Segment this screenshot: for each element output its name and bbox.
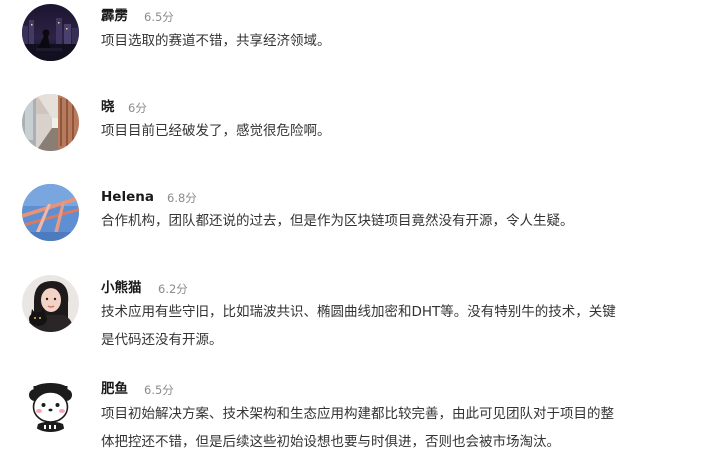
- sky-structure-photo-avatar-icon: [22, 184, 79, 241]
- user-avatar[interactable]: [22, 275, 79, 332]
- comment-text: 项目初始解决方案、技术架构和生态应用构建都比较完善，由此可见团队对于项目的整 体…: [101, 400, 701, 456]
- user-score: 6.2分: [158, 282, 188, 296]
- comment-text-line: 项目初始解决方案、技术架构和生态应用构建都比较完善，由此可见团队对于项目的整: [101, 406, 614, 422]
- comment-text-line: 体把控还不错，但是后续这些初始设想也要与时俱进，否则也会被市场淘汰。: [101, 434, 560, 450]
- user-avatar[interactable]: [22, 184, 79, 241]
- user-name[interactable]: Helena: [101, 188, 154, 206]
- comment-text: 项目选取的赛道不错，共享经济领域。: [101, 27, 701, 55]
- comment-text-line: 是代码还没有开源。: [101, 332, 223, 348]
- comment-text-line: 项目目前已经破发了，感觉很危险啊。: [101, 123, 331, 139]
- comment-text: 技术应用有些守旧，比如瑞波共识、椭圆曲线加密和DHT等。没有特别牛的技术，关键 …: [101, 298, 701, 354]
- panda-cartoon-avatar-icon: [22, 375, 79, 432]
- corridor-photo-avatar-icon: [22, 94, 79, 151]
- user-avatar[interactable]: [22, 4, 79, 61]
- user-avatar[interactable]: [22, 94, 79, 151]
- night-city-photo-avatar-icon: [22, 4, 79, 61]
- user-avatar[interactable]: [22, 375, 79, 432]
- comment-text-line: 合作机构，团队都还说的过去，但是作为区块链项目竟然没有开源，令人生疑。: [101, 213, 574, 229]
- user-score: 6分: [128, 101, 147, 115]
- comment-text: 项目目前已经破发了，感觉很危险啊。: [101, 117, 701, 145]
- user-score: 6.5分: [144, 10, 174, 24]
- user-name[interactable]: 晓: [101, 98, 115, 116]
- comment-text-line: 项目选取的赛道不错，共享经济领域。: [101, 33, 331, 49]
- user-score: 6.5分: [144, 383, 174, 397]
- girl-with-cat-photo-avatar-icon: [22, 275, 79, 332]
- comment-text-line: 技术应用有些守旧，比如瑞波共识、椭圆曲线加密和DHT等。没有特别牛的技术，关键: [101, 304, 616, 320]
- comment-text: 合作机构，团队都还说的过去，但是作为区块链项目竟然没有开源，令人生疑。: [101, 207, 701, 235]
- user-name[interactable]: 霹雳: [101, 7, 128, 25]
- user-score: 6.8分: [167, 191, 197, 205]
- user-name[interactable]: 小熊猫: [101, 279, 142, 297]
- user-name[interactable]: 肥鱼: [101, 380, 128, 398]
